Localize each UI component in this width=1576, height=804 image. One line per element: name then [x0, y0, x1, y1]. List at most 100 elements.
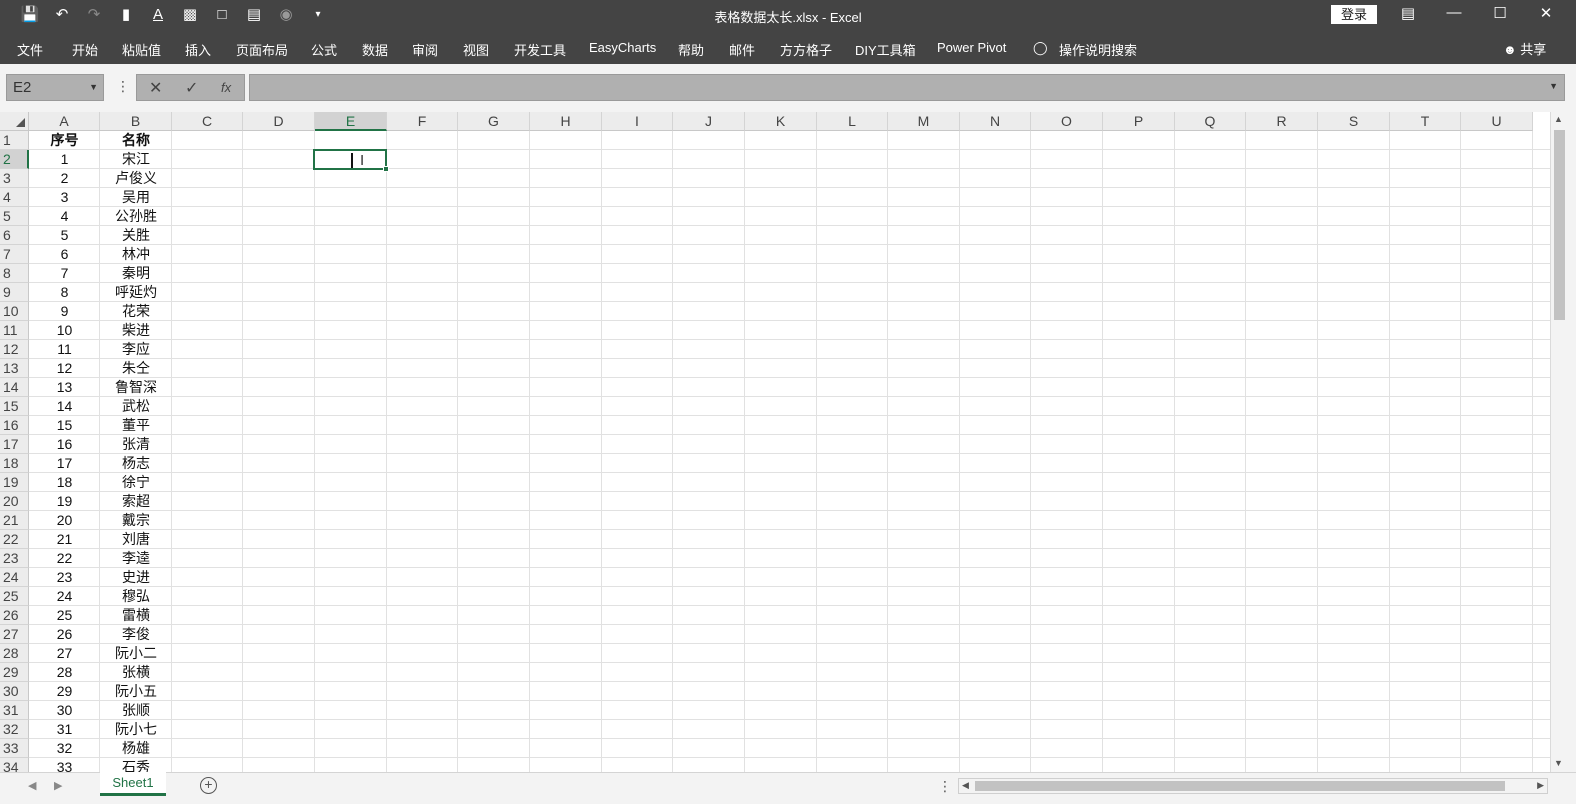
share-button[interactable]: ☻ 共享: [1503, 39, 1546, 58]
row-header[interactable]: 28: [0, 644, 29, 663]
table-cell[interactable]: 10: [29, 321, 100, 340]
header-cell[interactable]: 名称: [100, 131, 172, 150]
table-cell[interactable]: 20: [29, 511, 100, 530]
row-header[interactable]: 11: [0, 321, 29, 340]
table-cell[interactable]: 9: [29, 302, 100, 321]
scroll-right-icon[interactable]: ▶: [1537, 780, 1544, 791]
table-cell[interactable]: 32: [29, 739, 100, 758]
table-cell[interactable]: 25: [29, 606, 100, 625]
row-header[interactable]: 24: [0, 568, 29, 587]
table-cell[interactable]: 18: [29, 473, 100, 492]
table-cell[interactable]: 23: [29, 568, 100, 587]
table-cell[interactable]: 8: [29, 283, 100, 302]
name-box[interactable]: E2 ▼: [6, 74, 104, 101]
column-header[interactable]: I: [602, 112, 673, 131]
column-header[interactable]: B: [100, 112, 172, 131]
table-cell[interactable]: 31: [29, 720, 100, 739]
formula-input[interactable]: ▼: [249, 74, 1565, 101]
login-button[interactable]: 登录: [1331, 5, 1377, 24]
tell-me-search[interactable]: 操作说明搜索: [1059, 40, 1137, 59]
tab-page-layout[interactable]: 页面布局: [236, 40, 288, 59]
maximize-icon[interactable]: ☐: [1488, 4, 1512, 22]
sheet-tab-sheet1[interactable]: Sheet1: [100, 772, 166, 796]
row-header[interactable]: 29: [0, 663, 29, 682]
column-header[interactable]: K: [745, 112, 817, 131]
row-header[interactable]: 26: [0, 606, 29, 625]
row-header[interactable]: 2: [0, 150, 29, 169]
table-cell[interactable]: 李应: [100, 340, 172, 359]
table-cell[interactable]: 呼延灼: [100, 283, 172, 302]
table-cell[interactable]: 阮小五: [100, 682, 172, 701]
table-cell[interactable]: 28: [29, 663, 100, 682]
row-header[interactable]: 6: [0, 226, 29, 245]
row-header[interactable]: 1: [0, 131, 29, 150]
table-cell[interactable]: 7: [29, 264, 100, 283]
tab-mail[interactable]: 邮件: [729, 40, 755, 59]
close-icon[interactable]: ✕: [1534, 4, 1558, 22]
table-cell[interactable]: 关胜: [100, 226, 172, 245]
table-cell[interactable]: 33: [29, 758, 100, 772]
table-cell[interactable]: 卢俊义: [100, 169, 172, 188]
column-header[interactable]: F: [387, 112, 458, 131]
scroll-down-icon[interactable]: ▼: [1554, 758, 1563, 768]
table-cell[interactable]: 吴用: [100, 188, 172, 207]
vertical-scrollbar[interactable]: ▲ ▼: [1550, 112, 1568, 772]
row-header[interactable]: 15: [0, 397, 29, 416]
tab-file[interactable]: 文件: [17, 40, 43, 59]
row-header[interactable]: 18: [0, 454, 29, 473]
worksheet-grid[interactable]: A B C D E F G H I J K L M N O P Q R S T U 1 序号 名称 2 1 宋江 3 2 卢俊义 4 3 吴用 5…: [0, 112, 1550, 772]
add-sheet-icon[interactable]: +: [200, 777, 217, 794]
row-header[interactable]: 31: [0, 701, 29, 720]
table-cell[interactable]: 21: [29, 530, 100, 549]
table-cell[interactable]: 3: [29, 188, 100, 207]
table-cell[interactable]: 张清: [100, 435, 172, 454]
row-header[interactable]: 10: [0, 302, 29, 321]
column-header[interactable]: E: [315, 112, 387, 131]
table-cell[interactable]: 林冲: [100, 245, 172, 264]
table-cell[interactable]: 张横: [100, 663, 172, 682]
row-header[interactable]: 27: [0, 625, 29, 644]
horizontal-scroll-thumb[interactable]: [975, 781, 1505, 791]
table-cell[interactable]: 5: [29, 226, 100, 245]
table-cell[interactable]: 李逵: [100, 549, 172, 568]
scroll-left-icon[interactable]: ◀: [962, 780, 969, 791]
table-cell[interactable]: 秦明: [100, 264, 172, 283]
table-cell[interactable]: 24: [29, 587, 100, 606]
table-cell[interactable]: 朱仝: [100, 359, 172, 378]
table-cell[interactable]: 花荣: [100, 302, 172, 321]
chevron-down-icon[interactable]: ▼: [89, 75, 98, 100]
row-header[interactable]: 3: [0, 169, 29, 188]
tab-insert[interactable]: 插入: [185, 40, 211, 59]
column-header[interactable]: A: [29, 112, 100, 131]
table-cell[interactable]: 13: [29, 378, 100, 397]
table-cell[interactable]: 阮小二: [100, 644, 172, 663]
row-header[interactable]: 32: [0, 720, 29, 739]
active-cell-e2[interactable]: [313, 149, 389, 172]
row-header[interactable]: 22: [0, 530, 29, 549]
row-header[interactable]: 19: [0, 473, 29, 492]
minimize-icon[interactable]: —: [1442, 4, 1466, 21]
table-cell[interactable]: 武松: [100, 397, 172, 416]
table-cell[interactable]: 张顺: [100, 701, 172, 720]
row-header[interactable]: 21: [0, 511, 29, 530]
vertical-scroll-thumb[interactable]: [1554, 130, 1565, 320]
table-cell[interactable]: 30: [29, 701, 100, 720]
tab-home[interactable]: 开始: [72, 40, 98, 59]
row-header[interactable]: 14: [0, 378, 29, 397]
row-header[interactable]: 20: [0, 492, 29, 511]
row-header[interactable]: 13: [0, 359, 29, 378]
column-header[interactable]: O: [1031, 112, 1103, 131]
column-header[interactable]: R: [1246, 112, 1318, 131]
expand-formula-icon[interactable]: ▼: [1549, 81, 1558, 91]
more-icon[interactable]: ⋮: [116, 78, 130, 95]
row-header[interactable]: 23: [0, 549, 29, 568]
table-cell[interactable]: 26: [29, 625, 100, 644]
table-cell[interactable]: 杨志: [100, 454, 172, 473]
table-cell[interactable]: 17: [29, 454, 100, 473]
insert-function-icon[interactable]: fx: [221, 80, 231, 95]
table-cell[interactable]: 雷横: [100, 606, 172, 625]
table-cell[interactable]: 柴进: [100, 321, 172, 340]
tab-fangfang[interactable]: 方方格子: [780, 40, 832, 59]
table-cell[interactable]: 穆弘: [100, 587, 172, 606]
table-cell[interactable]: 徐宁: [100, 473, 172, 492]
